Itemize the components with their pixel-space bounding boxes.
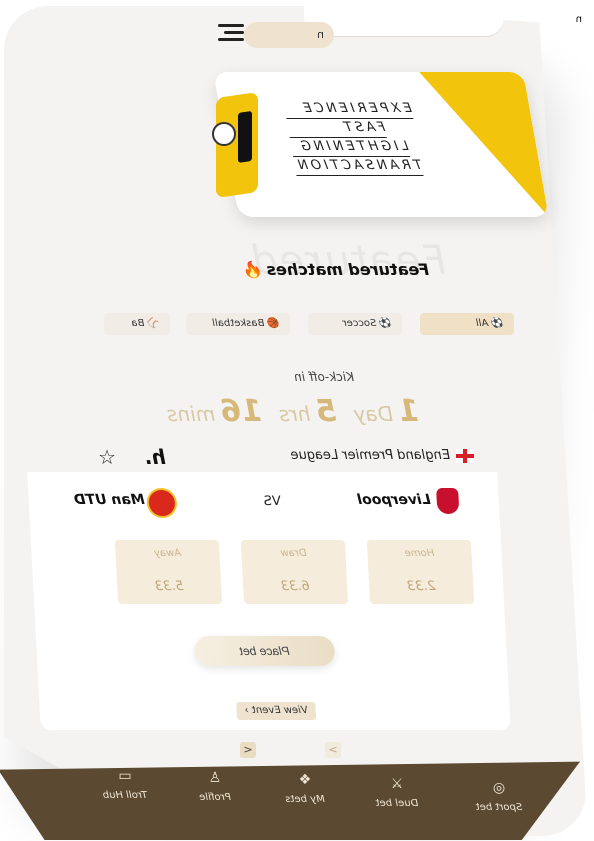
star-icon[interactable]: ☆ — [98, 445, 116, 469]
nav-sport-bet[interactable]: ◎ Sport bet — [464, 780, 534, 813]
featured-title: Featured matches🔥 — [244, 260, 429, 279]
odd-home-value: 2.33 — [406, 579, 437, 594]
tab-basketball-icon: 🏀 — [267, 318, 280, 329]
countdown-mins: 16 — [220, 394, 263, 429]
tab-soccer-label: Soccer — [342, 318, 377, 329]
corner-tag: n — [575, 14, 582, 25]
countdown-days-unit: Day — [353, 402, 394, 426]
odd-away-label: Away — [153, 548, 182, 559]
odd-draw-label: Draw — [280, 548, 307, 559]
view-event-label: View Event — [251, 705, 309, 716]
countdown-hours: 5 — [315, 394, 337, 429]
odd-draw-button[interactable]: Draw 6.33 — [240, 540, 349, 604]
nav-profile[interactable]: ♙ Profile — [180, 770, 250, 803]
chevron-right-icon: › — [244, 705, 250, 716]
nav-duel-bet-label: Duel bet — [375, 798, 419, 809]
swords-icon: ⚔ — [391, 776, 403, 792]
pager-prev-button[interactable]: < — [240, 742, 256, 758]
view-event-link[interactable]: View Event › — [236, 702, 317, 720]
countdown-mins-unit: mins — [167, 402, 216, 426]
layers-icon: ❖ — [298, 772, 312, 788]
countdown-days: 1 — [398, 394, 419, 429]
user-icon: ♙ — [208, 770, 222, 786]
nav-profile-label: Profile — [199, 792, 231, 803]
odd-away-button[interactable]: Away 5.33 — [114, 540, 223, 604]
banner-line-3: LIGHTENING — [290, 138, 411, 157]
banner-line-1: EXPERIENCE — [283, 100, 414, 119]
hamburger-menu-icon[interactable] — [218, 24, 244, 42]
pager-next-button[interactable]: > — [325, 742, 341, 758]
tab-baseball-icon: ⚾ — [147, 318, 160, 329]
top-pill-button[interactable]: n — [244, 22, 334, 48]
phone-notch — [304, 6, 504, 36]
odd-home-label: Home — [404, 548, 435, 559]
odd-home-button[interactable]: Home 2.33 — [366, 540, 475, 604]
tab-soccer[interactable]: ⚽ Soccer — [308, 313, 402, 335]
tab-soccer-icon: ⚽ — [379, 318, 392, 329]
nav-sport-bet-label: Sport bet — [475, 802, 523, 813]
basketball-icon: ◎ — [492, 780, 506, 796]
liverpool-crest-icon — [436, 488, 460, 514]
league-row: England Premier League h. ☆ — [74, 445, 474, 469]
tab-basketball-label: Basketball — [212, 318, 265, 329]
tab-baseball-label: Ba — [131, 318, 145, 329]
league-name: England Premier League — [290, 448, 450, 463]
kickoff-label: Kick-off in — [294, 370, 354, 384]
place-bet-button[interactable]: Place bet — [193, 636, 336, 666]
banner-line-2: FAST — [286, 119, 387, 138]
tab-baseball[interactable]: ⚾ Ba — [104, 313, 170, 335]
stage: n n EXPERIENCE FAST LIGHTENING TRANSACTI… — [0, 0, 594, 841]
nav-duel-bet[interactable]: ⚔ Duel bet — [362, 776, 432, 809]
match-card: Liverpool VS Man UTD Home 2.33 Draw 6.33… — [27, 472, 511, 730]
odd-away-value: 5.33 — [154, 579, 185, 594]
brand-logo-icon: h. — [144, 445, 166, 469]
football-illustration-icon — [212, 122, 236, 146]
england-flag-icon — [456, 449, 474, 463]
mirrored-phone: n n EXPERIENCE FAST LIGHTENING TRANSACTI… — [0, 0, 594, 841]
banner-line-4: TRANSACTION — [293, 157, 424, 176]
tab-all[interactable]: ⚽ All — [420, 313, 514, 335]
nav-troll-hub-label: Troll Hub — [102, 790, 148, 801]
vs-label: VS — [263, 494, 282, 509]
man-utd-crest-icon — [146, 488, 178, 518]
away-team-name: Man UTD — [73, 492, 146, 508]
tab-basketball[interactable]: 🏀 Basketball — [186, 313, 290, 335]
sports-tabs: ⚽ All ⚽ Soccer 🏀 Basketball ⚾ Ba — [44, 313, 514, 339]
promo-banner[interactable]: EXPERIENCE FAST LIGHTENING TRANSACTION — [213, 72, 549, 217]
odd-draw-value: 6.33 — [280, 579, 311, 594]
tab-all-label: All — [475, 318, 489, 329]
countdown-hours-unit: hrs — [279, 402, 311, 426]
featured-title-text: Featured matches — [266, 260, 429, 279]
chat-icon: ▭ — [118, 768, 132, 784]
nav-troll-hub[interactable]: ▭ Troll Hub — [90, 768, 160, 801]
nav-my-bets[interactable]: ❖ My bets — [270, 772, 340, 805]
kickoff-countdown: 1 Day 5 hrs 16 mins — [155, 394, 419, 429]
banner-text: EXPERIENCE FAST LIGHTENING TRANSACTION — [283, 100, 424, 176]
tab-all-icon: ⚽ — [491, 318, 504, 329]
home-team-name: Liverpool — [356, 492, 432, 508]
fire-icon: 🔥 — [243, 260, 264, 279]
bottom-nav: ◎ Sport bet ⚔ Duel bet ❖ My bets ♙ Profi… — [0, 760, 580, 840]
nav-my-bets-label: My bets — [285, 794, 325, 805]
